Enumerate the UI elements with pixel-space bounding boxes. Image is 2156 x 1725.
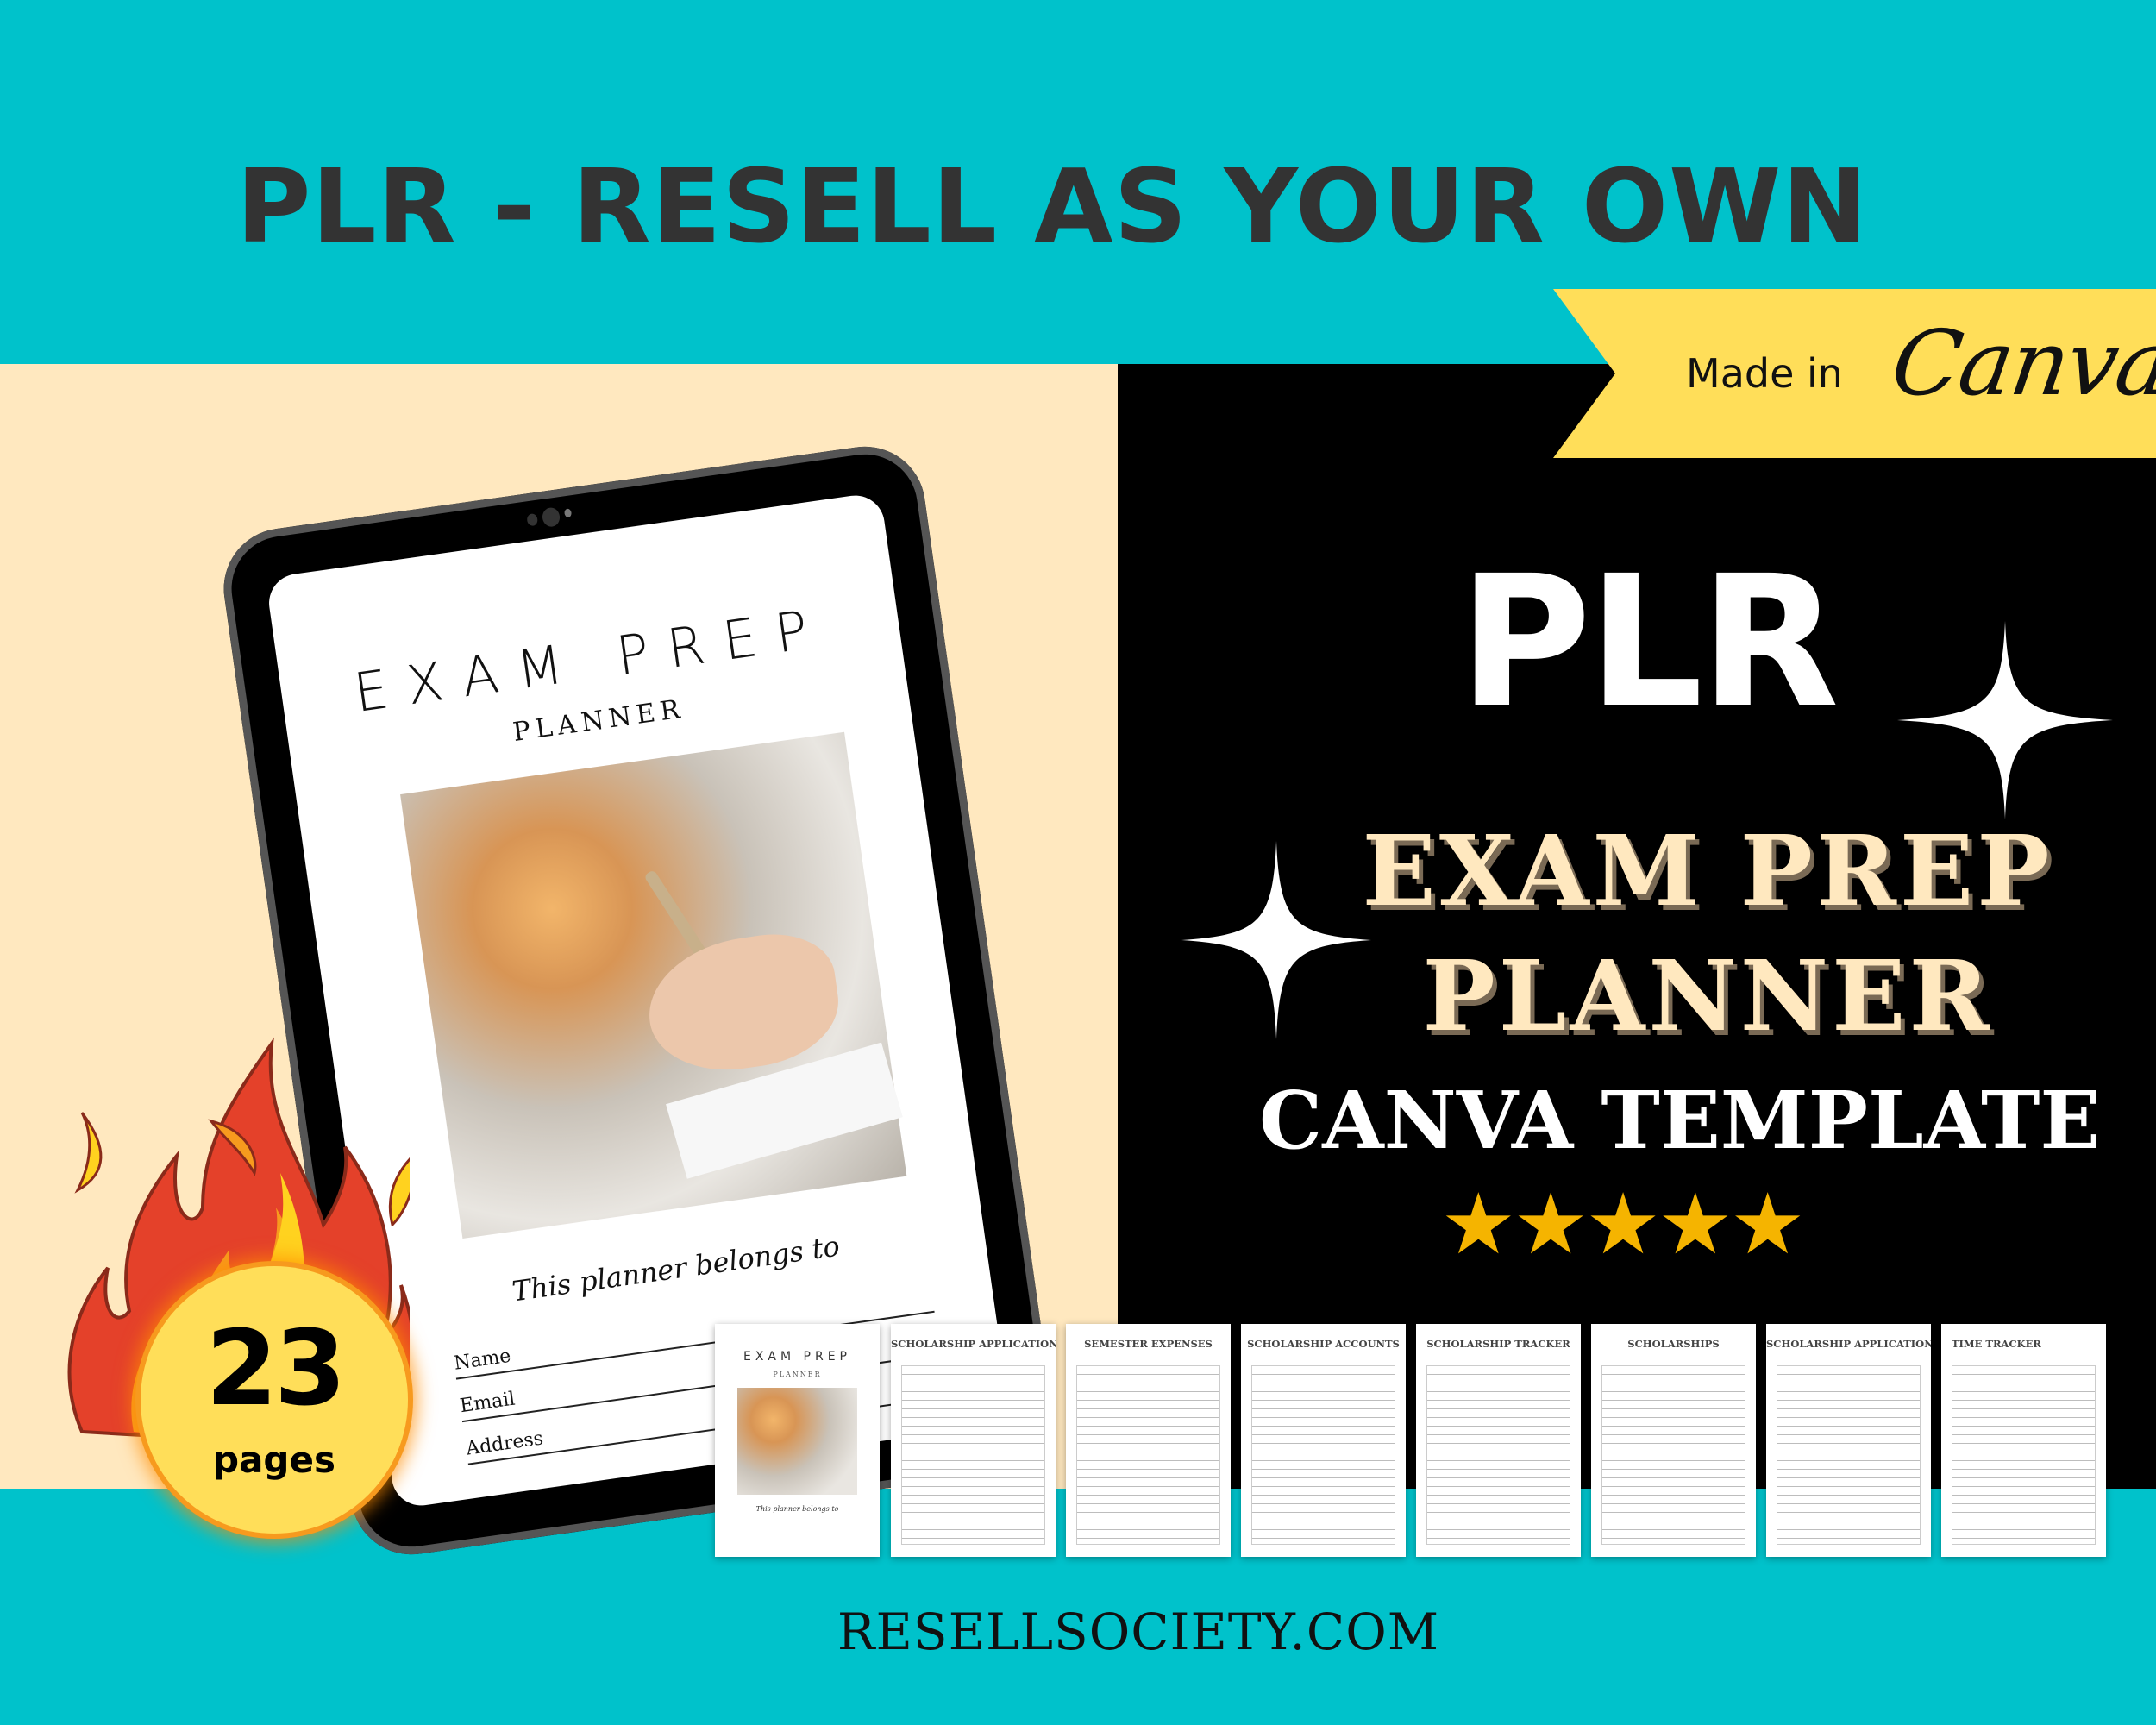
thumbnail-table (901, 1365, 1045, 1545)
made-in-label: Made in (1686, 350, 1843, 397)
page-thumbnail: SCHOLARSHIPS (1591, 1324, 1756, 1557)
badge-circle: 23 pages (141, 1266, 408, 1534)
thumbnail-table (1777, 1365, 1921, 1545)
canva-logo: Canva (1885, 310, 2156, 416)
thumbnail-title: TIME TRACKER (1952, 1338, 2041, 1350)
thumbnail-subtitle: PLANNER (773, 1371, 822, 1378)
thumbnail-title: SCHOLARSHIP TRACKER (1426, 1338, 1570, 1350)
student-writing-photo (400, 731, 907, 1239)
page-thumbnail: SCHOLARSHIP TRACKER (1416, 1324, 1581, 1557)
page-thumbnail: SCHOLARSHIP APPLICATION (891, 1324, 1056, 1557)
page-thumbnail: SEMESTER EXPENSES (1066, 1324, 1231, 1557)
thumbnail-title: EXAM PREP (743, 1350, 851, 1364)
thumbnail-table (1426, 1365, 1570, 1545)
page-thumbnail: SCHOLARSHIP APPLICATION (1766, 1324, 1931, 1557)
headline: PLR - RESELL AS YOUR OWN (235, 147, 1869, 266)
thumbnail-table (1251, 1365, 1395, 1545)
page-thumbnail: TIME TRACKER (1941, 1324, 2106, 1557)
thumbnail-photo (737, 1388, 857, 1495)
thumbnail-title: SCHOLARSHIP ACCOUNTS (1247, 1338, 1400, 1350)
thumbnail-title: SCHOLARSHIP APPLICATION (1766, 1338, 1931, 1350)
thumbnail-table (1076, 1365, 1220, 1545)
product-title-line2: PLANNER (1422, 940, 1993, 1053)
website-url: RESELLSOCIETY.COM (837, 1603, 1440, 1661)
plr-title: PLR (1458, 536, 1839, 748)
thumbnail-belongs-to: This planner belongs to (755, 1505, 839, 1513)
sparkle-icon (1181, 841, 1371, 1039)
page-thumbnail-cover: EXAM PREP PLANNER This planner belongs t… (715, 1324, 880, 1557)
page-thumbnail: SCHOLARSHIP ACCOUNTS (1241, 1324, 1406, 1557)
page-count: 23 (205, 1309, 347, 1429)
product-title-line1: EXAM PREP (1362, 815, 2053, 928)
star-rating: ★★★★★ (1440, 1176, 1805, 1271)
page-count-label: pages (213, 1439, 335, 1481)
thumbnail-title: SCHOLARSHIP APPLICATION (891, 1338, 1056, 1350)
thumbnail-table (1601, 1365, 1745, 1545)
sparkle-icon (1897, 621, 2113, 819)
product-subtitle: CANVA TEMPLATE (1259, 1074, 2101, 1167)
thumbnail-title: SCHOLARSHIPS (1627, 1338, 1720, 1350)
thumbnail-title: SEMESTER EXPENSES (1084, 1338, 1213, 1350)
page-count-badge: 23 pages (47, 1026, 410, 1544)
thumbnail-table (1952, 1365, 2096, 1545)
